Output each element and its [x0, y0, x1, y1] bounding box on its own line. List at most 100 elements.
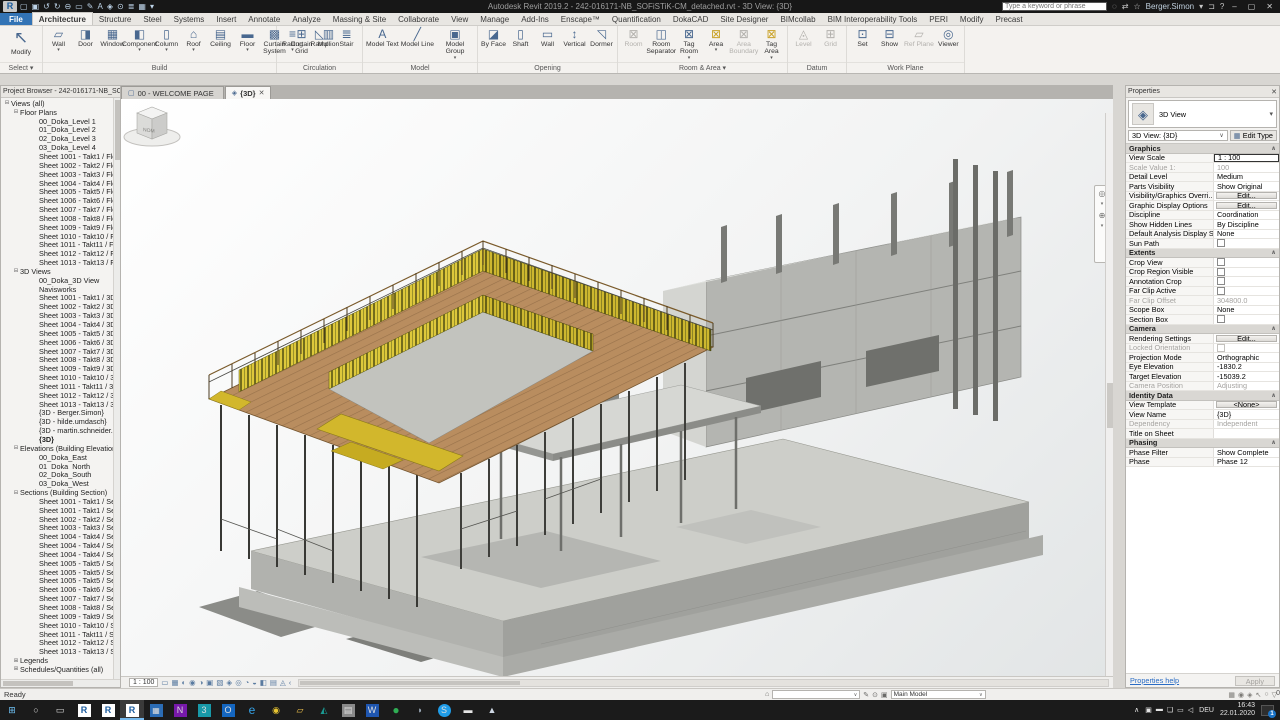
ribbon-tab[interactable]: Manage — [474, 13, 515, 25]
view-control-icon[interactable]: ◒ — [252, 678, 257, 687]
property-row[interactable]: Detail LevelMedium — [1126, 173, 1279, 183]
clock[interactable]: 16:43 22.01.2020 — [1220, 702, 1255, 719]
view-control-icon[interactable]: ◑ — [199, 678, 204, 687]
ribbon-tab[interactable]: BIM Interoperability Tools — [822, 13, 924, 25]
property-row[interactable]: View Template<None> — [1126, 401, 1279, 411]
ribbon-button[interactable]: ↕Vertical — [561, 27, 588, 48]
ribbon-button[interactable]: ◎Viewer — [935, 27, 962, 48]
tree-item[interactable]: Sheet 1004 - Takt4 / 3D View — [1, 320, 120, 329]
apply-button[interactable]: Apply — [1235, 676, 1275, 686]
panel-label-opening[interactable]: Opening — [478, 62, 617, 73]
property-row[interactable]: Locked Orientation — [1126, 344, 1279, 354]
ribbon-tab[interactable]: Annotate — [242, 13, 286, 25]
tree-expander-icon[interactable]: ⊟ — [12, 268, 20, 274]
canvas-vertical-scrollbar[interactable] — [1105, 113, 1113, 676]
ribbon-tab[interactable]: Steel — [137, 13, 167, 25]
tree-item[interactable]: Sheet 1011 - Takt11 / Section — [1, 630, 120, 639]
ribbon-tab[interactable]: View — [445, 13, 474, 25]
search-icon[interactable]: ◌ — [1112, 2, 1117, 11]
editable-only-icon[interactable]: ✎ — [863, 691, 869, 699]
property-row[interactable]: Show Hidden LinesBy Discipline — [1126, 220, 1279, 230]
model-3d-canvas[interactable]: NOM ◎ ▾ ⊕ ▾ — [121, 99, 1113, 676]
panel-label-datum[interactable]: Datum — [788, 62, 846, 73]
design-option-select[interactable]: Main Model∨ — [891, 690, 986, 699]
taskbar-app-icon[interactable]: 3 — [192, 700, 216, 720]
ribbon-button[interactable]: ⊞Grid — [817, 27, 844, 48]
tree-item[interactable]: 02_Doka_Level 3 — [1, 134, 120, 143]
tree-item[interactable]: 00_Doka_3D View — [1, 276, 120, 285]
tree-item[interactable]: Sheet 1001 - Takt1 / Section. — [1, 506, 120, 515]
tree-item[interactable]: Sheet 1005 - Takt5 / 3D View — [1, 329, 120, 338]
taskbar-app-icon[interactable]: ⊞ — [0, 700, 24, 720]
ribbon-tab[interactable]: Add-Ins — [515, 13, 555, 25]
ribbon-button[interactable]: ⊠Room — [620, 27, 647, 48]
view-control-icon[interactable]: ▤ — [270, 678, 277, 687]
tree-item[interactable]: {3D} — [1, 435, 120, 444]
property-row[interactable]: Scale Value 1:100 — [1126, 163, 1279, 173]
properties-title[interactable]: Properties ✕ — [1126, 86, 1279, 98]
property-row[interactable]: Far Clip Active — [1126, 287, 1279, 297]
ribbon-button[interactable]: ⌂Roof▾ — [180, 27, 207, 52]
tree-expander-icon[interactable]: ⊟ — [3, 100, 11, 106]
qat-icon[interactable]: ◈ — [107, 0, 113, 13]
tree-item[interactable]: Sheet 1013 - Takt13 / Section — [1, 647, 120, 656]
qat-icon[interactable]: ▦ — [138, 0, 146, 13]
tree-item[interactable]: 00_Doka_Level 1 — [1, 117, 120, 126]
view-control-icon[interactable]: ◧ — [260, 678, 267, 687]
property-row[interactable]: Scope BoxNone — [1126, 306, 1279, 316]
selection-filter-icon[interactable]: ○ — [1264, 691, 1268, 698]
tree-item[interactable]: Sheet 1009 - Takt9 / Section — [1, 612, 120, 621]
property-row[interactable]: Sun Path — [1126, 239, 1279, 249]
tray-chevron-icon[interactable]: ∧ — [1134, 706, 1139, 714]
tree-item[interactable]: Sheet 1009 - Takt9 / 3D View — [1, 364, 120, 373]
workset-select[interactable]: ∨ — [772, 690, 860, 699]
property-row[interactable]: Annotation Crop — [1126, 277, 1279, 287]
viewcube[interactable]: NOM — [121, 99, 183, 151]
scale-control[interactable]: 1 : 100 — [129, 678, 158, 687]
taskbar-app-icon[interactable]: R — [72, 700, 96, 720]
view-control-icon[interactable]: ◐ — [182, 678, 187, 687]
selection-filter-icon[interactable]: ◉ — [1238, 691, 1244, 699]
taskbar-app-icon[interactable]: ▭ — [48, 700, 72, 720]
tree-item[interactable]: ⊞ Legends — [1, 656, 120, 665]
tree-item[interactable]: Sheet 1008 - Takt8 / Section — [1, 603, 120, 612]
taskbar-app-icon[interactable]: ◗ — [408, 700, 432, 720]
ribbon-button[interactable]: ⊠Tag Room▾ — [676, 27, 703, 60]
taskbar-app-icon[interactable]: W — [360, 700, 384, 720]
ribbon-tab[interactable]: DokaCAD — [667, 13, 715, 25]
tree-item[interactable]: {3D - hilde.umdasch} — [1, 417, 120, 426]
tree-item[interactable]: Sheet 1011 - Takt11 / Floor P — [1, 241, 120, 250]
property-row[interactable]: View Scale1 : 100 — [1126, 154, 1279, 164]
help-icon[interactable]: ? — [1220, 2, 1224, 11]
panel-label-work-plane[interactable]: Work Plane — [847, 62, 964, 73]
tree-item[interactable]: Sheet 1004 - Takt4 / Section. — [1, 550, 120, 559]
taskbar-app-icon[interactable]: R — [120, 700, 144, 720]
taskbar-app-icon[interactable]: ▦ — [144, 700, 168, 720]
tree-item[interactable]: Sheet 1012 - Takt12 / Floor P — [1, 249, 120, 258]
panel-label-build[interactable]: Build — [43, 62, 276, 73]
tree-item[interactable]: 02_Doka_South — [1, 470, 120, 479]
tree-item[interactable]: Sheet 1005 - Takt5 / Section — [1, 559, 120, 568]
ribbon-button[interactable]: AModel Text — [365, 27, 400, 48]
properties-help-link[interactable]: Properties help — [1130, 676, 1179, 685]
ribbon-button[interactable]: ⊟Show — [876, 27, 903, 48]
property-row[interactable]: Graphic Display OptionsEdit... — [1126, 201, 1279, 211]
ribbon-tab[interactable]: Precast — [989, 13, 1028, 25]
section-header-extents[interactable]: Extents — [1126, 249, 1279, 259]
close-icon[interactable]: ✕ — [1271, 88, 1277, 96]
ribbon-button[interactable]: ⊠Tag Area▾ — [758, 27, 785, 60]
qat-icon[interactable]: ⊙ — [117, 0, 124, 13]
view-control-icon[interactable]: ▧ — [216, 678, 223, 687]
view-control-icon[interactable]: ◈ — [226, 678, 232, 687]
view-control-icon[interactable]: ▭ — [161, 678, 168, 687]
view-control-icon[interactable]: ◬ — [280, 678, 286, 687]
ribbon-tab[interactable]: PERI — [923, 13, 954, 25]
tree-item[interactable]: Sheet 1002 - Takt2 / Section — [1, 515, 120, 524]
tree-item[interactable]: Sheet 1001 - Takt1 / Floor Pla — [1, 152, 120, 161]
taskbar-app-icon[interactable]: e — [240, 700, 264, 720]
ribbon-button[interactable]: ◺Ramp — [306, 27, 333, 48]
canvas-horizontal-scrollbar[interactable] — [298, 679, 1109, 687]
property-row[interactable]: PhasePhase 12 — [1126, 458, 1279, 468]
tree-item[interactable]: Sheet 1007 - Takt7 / Floor Pla — [1, 205, 120, 214]
property-row[interactable]: Eye Elevation-1830.2 — [1126, 363, 1279, 373]
